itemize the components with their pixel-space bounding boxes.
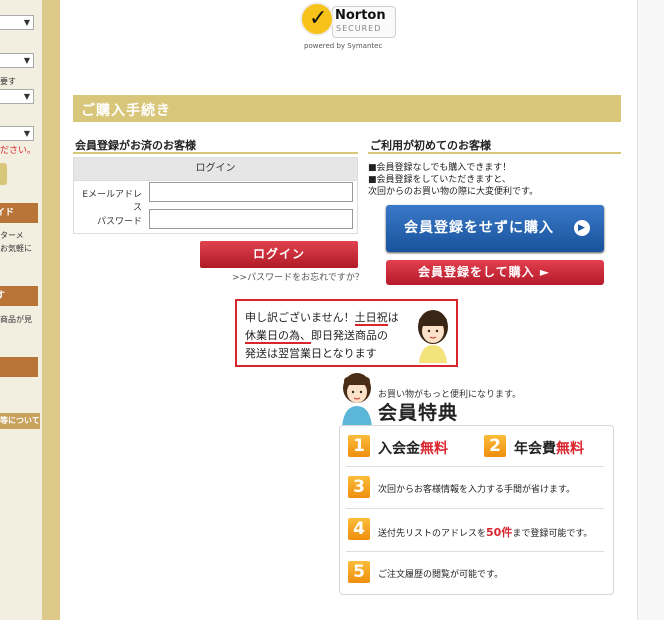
login-form-header: ログイン — [74, 158, 357, 181]
chevron-down-icon: ▼ — [23, 56, 30, 65]
norton-secured-text: SECURED — [336, 24, 382, 33]
sidebar-text: 商品が見 — [0, 315, 32, 324]
page-title: ご購入手続き — [81, 103, 171, 119]
first-time-text: 次回からのお買い物の際に大変便利です。 — [368, 187, 539, 197]
forgot-password-link[interactable]: >>パスワードをお忘れですか？ — [232, 270, 364, 283]
norton-secured-seal[interactable]: ✓ Norton SECURED powered by Symantec — [300, 2, 396, 54]
sidebar-select-2[interactable]: ▼ — [0, 53, 34, 68]
benefit-1-text: 入会金無料 — [378, 441, 448, 457]
sidebar-select-4[interactable]: ▼ — [0, 126, 34, 141]
member-section-underline — [73, 152, 358, 154]
first-time-section-title: ご利用が初めてのお客様 — [370, 139, 491, 152]
checkmark-icon: ✓ — [300, 2, 334, 36]
password-label: パスワード — [96, 217, 142, 227]
benefit-divider — [346, 551, 604, 552]
sidebar-button-2[interactable]: す — [0, 286, 38, 306]
notice-line-3: 発送は翌営業日となります — [245, 347, 377, 360]
register-and-buy-button[interactable]: 会員登録をして購入 ► — [386, 260, 604, 285]
benefit-number: 5 — [348, 561, 370, 583]
holiday-notice: 申し訳ございません！土日祝は 休業日の為、即日発送商品の 発送は翌営業日となりま… — [235, 299, 458, 367]
notice-line-2: 休業日の為、即日発送商品の — [245, 329, 388, 344]
sidebar-text: 要す — [0, 77, 16, 86]
right-margin — [638, 0, 664, 620]
sidebar-button-3[interactable] — [0, 357, 38, 377]
sidebar-guide-text: お気軽に — [0, 244, 32, 253]
first-time-section-underline — [368, 152, 621, 154]
notice-line-1: 申し訳ございません！土日祝は — [245, 311, 399, 326]
buy-without-registration-label: 会員登録をせずに購入 — [404, 220, 554, 236]
benefit-divider — [346, 466, 604, 467]
sidebar-button-4[interactable]: 等について — [0, 413, 40, 429]
norton-powered-text: powered by Symantec — [304, 42, 383, 50]
sidebar-select-3[interactable]: ▼ — [0, 89, 34, 104]
benefit-number: 3 — [348, 476, 370, 498]
benefit-2-text: 年会費無料 — [514, 441, 584, 457]
benefit-number: 2 — [484, 435, 506, 457]
sidebar-guide-button[interactable]: イド — [0, 203, 38, 223]
staff-illustration — [342, 373, 372, 427]
benefit-number: 1 — [348, 435, 370, 457]
login-form: ログイン Eメールアドレス パスワード — [73, 157, 358, 234]
sidebar-warning-text: ださい。 — [0, 146, 37, 156]
norton-name: Norton — [335, 8, 386, 23]
benefit-divider — [346, 508, 604, 509]
page-header-bar: ご購入手続き — [73, 95, 621, 122]
password-field[interactable] — [149, 209, 353, 229]
sidebar-small-button[interactable] — [0, 163, 7, 185]
benefit-4-text: 送付先リストのアドレスを50件まで登録可能です。 — [378, 526, 593, 539]
chevron-down-icon: ▼ — [23, 129, 30, 138]
arrow-right-icon: ▶ — [574, 220, 590, 236]
member-section-title: 会員登録がお済のお客様 — [75, 139, 196, 152]
benefit-5-text: ご注文履歴の閲覧が可能です。 — [378, 570, 504, 580]
benefit-number: 4 — [348, 518, 370, 540]
staff-illustration — [418, 310, 448, 363]
benefits-title: 会員特典 — [378, 402, 459, 424]
benefit-3-text: 次回からお客様情報を入力する手間が省けます。 — [378, 485, 576, 495]
chevron-down-icon: ▼ — [23, 92, 30, 101]
chevron-down-icon: ▼ — [23, 18, 30, 27]
email-field[interactable] — [149, 182, 353, 202]
buy-without-registration-button[interactable]: 会員登録をせずに購入 ▶ — [386, 205, 604, 252]
sidebar-gold-border — [42, 0, 60, 620]
sidebar-select-1[interactable]: ▼ — [0, 15, 34, 30]
sidebar-guide-text: ターメ — [0, 231, 24, 240]
email-label: Eメールアドレス — [82, 190, 142, 213]
login-button[interactable]: ログイン — [200, 241, 358, 268]
